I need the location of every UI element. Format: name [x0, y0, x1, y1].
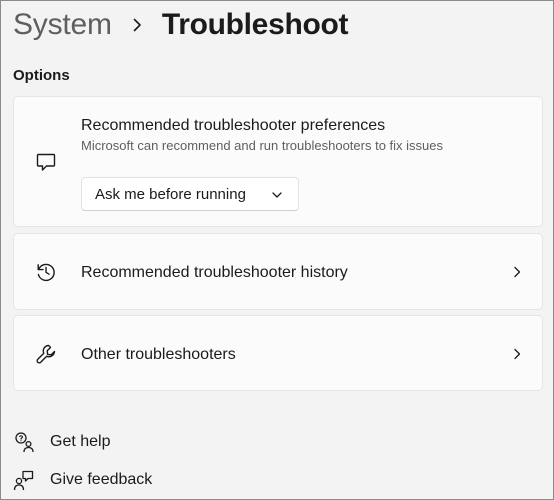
section-title-options: Options [13, 67, 70, 84]
history-clock-icon [37, 263, 55, 282]
page-title: Troubleshoot [161, 8, 349, 41]
chevron-right-icon [514, 348, 521, 360]
card-title: Other troubleshooters [81, 346, 236, 363]
card-recommended-preferences: Recommended troubleshooter preferences M… [13, 96, 543, 227]
card-troubleshooter-history[interactable]: Recommended troubleshooter history [13, 233, 543, 310]
wrench-icon [36, 344, 56, 364]
card-title: Recommended troubleshooter preferences [81, 117, 386, 134]
help-person-icon [15, 432, 34, 453]
chevron-right-icon [133, 18, 141, 32]
get-help-link[interactable]: Get help [13, 429, 110, 455]
chevron-right-icon [514, 266, 521, 278]
chat-bubble-icon [36, 153, 56, 171]
breadcrumb: System Troubleshoot [13, 5, 349, 45]
give-feedback-label: Give feedback [50, 471, 153, 488]
give-feedback-link[interactable]: Give feedback [13, 467, 152, 493]
chevron-down-icon [272, 192, 282, 198]
card-description: Microsoft can recommend and run troubles… [81, 138, 444, 153]
breadcrumb-parent-system[interactable]: System [13, 8, 112, 42]
card-other-troubleshooters[interactable]: Other troubleshooters [13, 315, 543, 391]
troubleshooter-preference-dropdown[interactable]: Ask me before running [81, 177, 299, 211]
dropdown-selected-value: Ask me before running [95, 185, 246, 203]
feedback-person-icon [13, 470, 34, 491]
card-title: Recommended troubleshooter history [81, 264, 348, 281]
get-help-label: Get help [50, 433, 111, 450]
settings-window: System Troubleshoot Options Recommended … [0, 0, 554, 500]
